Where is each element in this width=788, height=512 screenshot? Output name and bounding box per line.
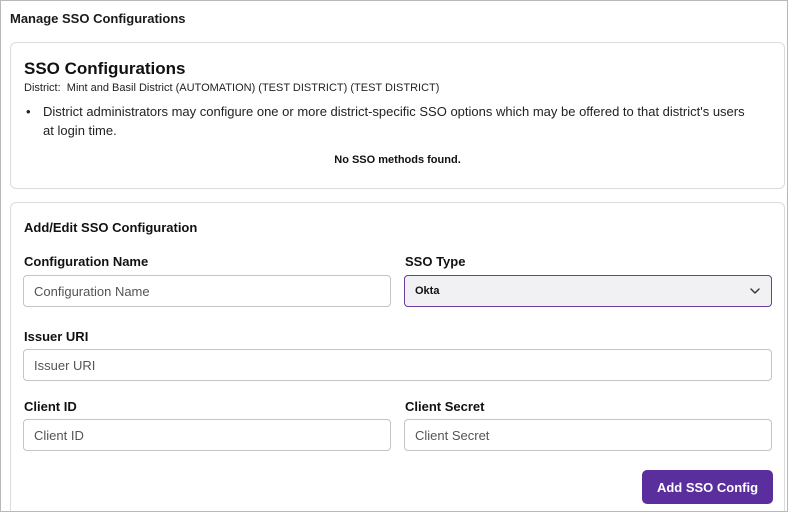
info-bullet: • District administrators may configure … [26,102,746,140]
empty-state-message: No SSO methods found. [334,154,461,166]
chevron-down-icon [750,288,760,294]
issuer-uri-input[interactable] [23,349,772,381]
sso-form-card: Add/Edit SSO Configuration Configuration… [10,202,785,511]
bullet-dot-icon: • [26,104,31,119]
sso-list-card: SSO Configurations District: Mint and Ba… [10,42,785,189]
sso-type-selected: Okta [415,285,440,297]
app-window: Manage SSO Configurations SSO Configurat… [0,0,788,512]
config-name-label: Configuration Name [24,254,149,269]
sso-type-label: SSO Type [405,254,466,269]
config-name-input[interactable] [23,275,391,307]
client-secret-label: Client Secret [405,399,485,414]
district-name: Mint and Basil District (AUTOMATION) (TE… [66,82,440,94]
add-sso-config-button[interactable]: Add SSO Config [642,470,773,504]
form-title: Add/Edit SSO Configuration [24,220,198,235]
district-line: District: Mint and Basil District (AUTOM… [24,82,439,94]
client-secret-input[interactable] [404,419,772,451]
info-bullet-text: District administrators may configure on… [43,104,745,138]
client-id-input[interactable] [23,419,391,451]
issuer-uri-label: Issuer URI [24,329,89,344]
district-label: District: [24,82,61,94]
sso-type-select[interactable]: Okta [404,275,772,307]
client-id-label: Client ID [24,399,77,414]
sso-list-title: SSO Configurations [24,59,186,78]
page-title: Manage SSO Configurations [10,11,186,26]
